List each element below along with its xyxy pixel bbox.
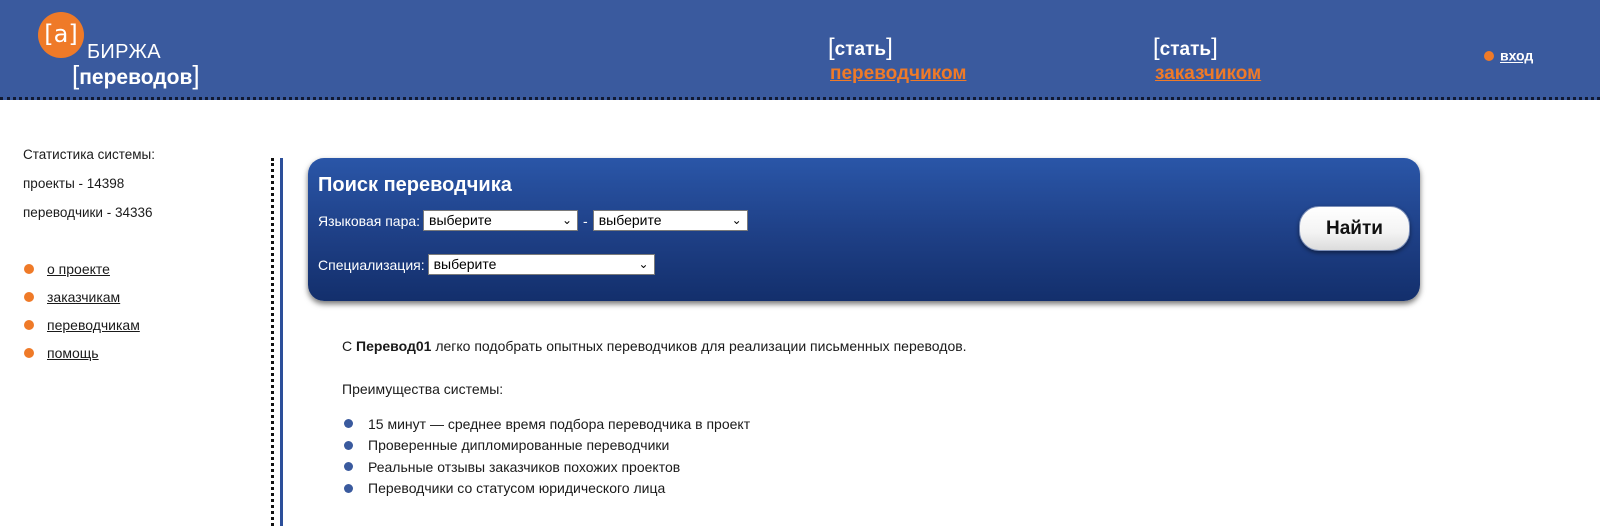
- logo-symbol: [a]: [38, 12, 84, 58]
- list-item: Переводчики со статусом юридического лиц…: [344, 478, 750, 500]
- bracket-close-icon: ]: [886, 34, 893, 61]
- login: вход: [1484, 45, 1533, 64]
- header: [a] БИРЖА [переводов] [стать] переводчик…: [0, 0, 1600, 100]
- source-language-select[interactable]: выберите ⌄: [423, 210, 579, 231]
- target-language-select[interactable]: выберите ⌄: [592, 210, 748, 231]
- header-divider: [0, 97, 1600, 100]
- sidebar-item-help: помощь: [24, 339, 140, 367]
- language-pair-row: Языковая пара: выберите ⌄ - выберите ⌄: [318, 210, 748, 231]
- become-customer-promo: [стать] заказчиком: [1153, 36, 1261, 86]
- bullet-icon: [24, 348, 34, 358]
- bracket-open-icon: [: [1153, 34, 1160, 61]
- sidebar-link-translators[interactable]: переводчикам: [47, 317, 140, 333]
- bullet-icon: [344, 462, 353, 472]
- intro-text: С Перевод01 легко подобрать опытных пере…: [342, 338, 967, 354]
- sidebar-item-customers: заказчикам: [24, 283, 140, 311]
- chevron-down-icon: ⌄: [561, 213, 573, 227]
- advantage-text: Проверенные дипломированные переводчики: [368, 437, 670, 454]
- language-pair-dash: -: [583, 212, 588, 229]
- bullet-icon: [344, 483, 353, 493]
- specialization-row: Специализация: выберите ⌄: [318, 254, 655, 275]
- promo-top-customer: [стать]: [1153, 36, 1261, 62]
- bullet-icon: [24, 320, 34, 330]
- intro-brand: Перевод01: [356, 338, 432, 354]
- advantage-text: 15 минут — среднее время подбора перевод…: [368, 415, 751, 432]
- bullet-icon: [24, 292, 34, 302]
- stats-translators: переводчики - 34336: [23, 205, 153, 220]
- bullet-icon: [1484, 50, 1494, 61]
- bracket-close-icon: ]: [1211, 34, 1218, 61]
- promo-top-translator: [стать]: [828, 36, 966, 62]
- become-translator-link[interactable]: переводчиком: [830, 62, 966, 86]
- become-customer-link[interactable]: заказчиком: [1155, 62, 1261, 86]
- list-item: 15 минут — среднее время подбора перевод…: [344, 413, 750, 435]
- system-stats: Статистика системы: проекты - 14398 пере…: [23, 140, 155, 227]
- logo[interactable]: [a] БИРЖА [переводов]: [38, 12, 228, 92]
- sidebar-link-help[interactable]: помощь: [47, 345, 99, 361]
- specialization-select[interactable]: выберите ⌄: [427, 254, 655, 275]
- specialization-label: Специализация:: [318, 256, 425, 273]
- bullet-icon: [24, 264, 34, 274]
- source-language-value: выберите: [429, 212, 492, 228]
- advantage-text: Реальные отзывы заказчиков похожих проек…: [368, 458, 681, 475]
- chevron-down-icon: ⌄: [638, 257, 649, 271]
- advantages-title: Преимущества системы:: [342, 381, 504, 397]
- login-link[interactable]: вход: [1500, 48, 1533, 64]
- logo-line2-text: переводов: [79, 66, 193, 89]
- search-title: Поиск переводчика: [318, 174, 512, 196]
- advantage-text: Переводчики со статусом юридического лиц…: [368, 480, 666, 497]
- bullet-icon: [344, 419, 353, 429]
- promo-top-text: стать: [834, 39, 887, 60]
- translator-search-panel: Поиск переводчика Языковая пара: выберит…: [308, 158, 1420, 301]
- sidebar-link-about[interactable]: о проекте: [47, 261, 110, 277]
- stats-projects: проекты - 14398: [23, 176, 125, 191]
- intro-prefix: С: [342, 338, 356, 354]
- bracket-open-icon: [: [828, 34, 835, 61]
- target-language-value: выберите: [598, 212, 662, 228]
- bracket-close-icon: ]: [192, 60, 200, 90]
- intro-rest: легко подобрать опытных переводчиков для…: [431, 338, 967, 354]
- promo-top-text: стать: [1159, 39, 1212, 60]
- become-translator-promo: [стать] переводчиком: [828, 36, 966, 86]
- specialization-value: выберите: [433, 256, 497, 272]
- advantages-list: 15 минут — среднее время подбора перевод…: [344, 413, 750, 499]
- list-item: Проверенные дипломированные переводчики: [344, 435, 750, 457]
- logo-line2: [переводов]: [72, 60, 200, 91]
- sidebar-item-translators: переводчикам: [24, 311, 140, 339]
- bullet-icon: [344, 440, 353, 450]
- sidebar-solid-divider: [280, 158, 283, 526]
- chevron-down-icon: ⌄: [731, 213, 742, 227]
- sidebar-link-customers[interactable]: заказчикам: [47, 289, 120, 305]
- stats-title: Статистика системы:: [23, 147, 155, 162]
- language-pair-label: Языковая пара:: [318, 212, 421, 229]
- sidebar-dotted-divider: [271, 158, 274, 526]
- find-button[interactable]: Найти: [1299, 206, 1410, 251]
- sidebar-menu: о проекте заказчикам переводчикам помощь: [24, 255, 140, 367]
- list-item: Реальные отзывы заказчиков похожих проек…: [344, 456, 750, 478]
- sidebar-item-about: о проекте: [24, 255, 140, 283]
